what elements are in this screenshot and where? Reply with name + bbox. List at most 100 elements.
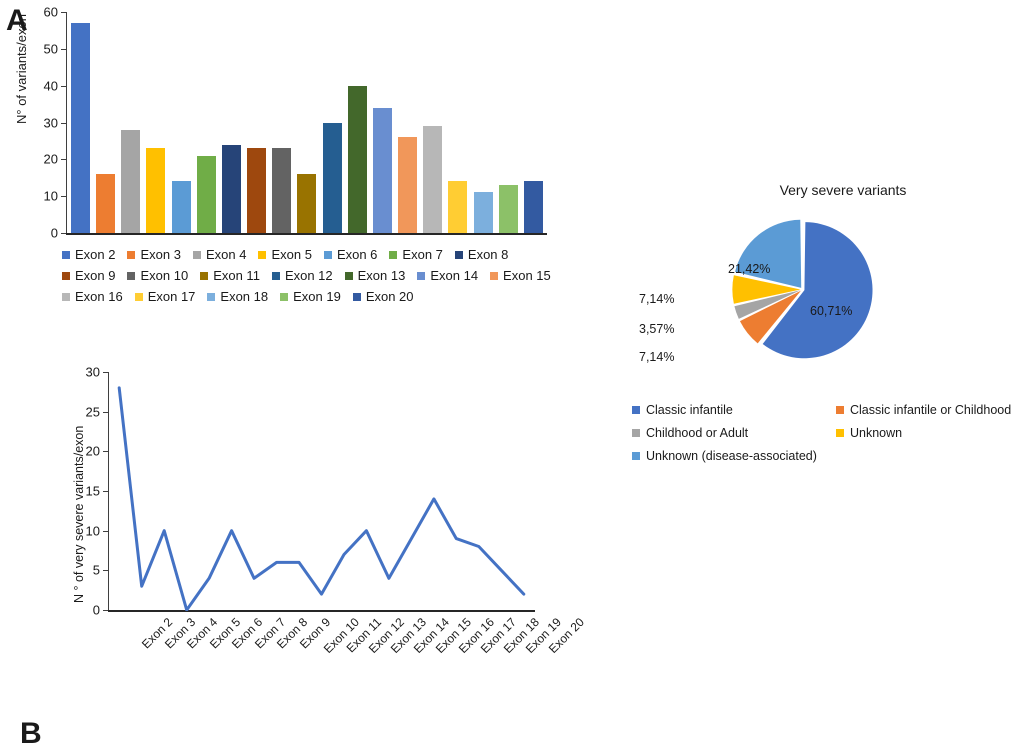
bar-exon-16: [423, 126, 443, 233]
bar-exon-6: [171, 181, 191, 233]
legend-item-label: Exon 11: [213, 268, 260, 283]
panel-a-x-axis-line: [66, 233, 547, 235]
bar-exon-10: [272, 148, 292, 233]
legend-item-label: Exon 3: [140, 247, 181, 262]
legend-item-label: Exon 15: [503, 268, 551, 283]
panel-a-y-tick-label: 30: [43, 115, 58, 130]
legend-swatch-icon: [323, 250, 332, 259]
pie-legend-item-label: Classic infantile or Childhood: [850, 402, 1012, 417]
legend-item-label: Exon 14: [430, 268, 479, 283]
pie-label-classic-infantile-or-childhood: 7,14%: [639, 350, 675, 364]
pie-legend-row-2: Childhood or Adult Unknown: [632, 421, 1028, 444]
legend-item-exon-3[interactable]: Exon 3: [127, 247, 181, 262]
legend-item-exon-8[interactable]: Exon 8: [454, 247, 509, 262]
legend-item-exon-14[interactable]: Exon 14: [417, 268, 478, 283]
pie-legend-item-label: Unknown (disease-associated): [646, 448, 817, 463]
legend-item-exon-15[interactable]: Exon 15: [490, 268, 551, 283]
pie-legend-item-childhood-or-adult[interactable]: Childhood or Adult: [632, 426, 836, 440]
legend-swatch-icon: [62, 250, 70, 259]
legend-swatch-icon: [62, 271, 70, 280]
legend-item-exon-17[interactable]: Exon 17: [134, 289, 195, 304]
legend-swatch-icon: [417, 271, 426, 280]
legend-item-exon-10[interactable]: Exon 10: [127, 268, 188, 283]
pie-legend-swatch-icon: [632, 405, 640, 414]
panel-a-bar-group: [67, 12, 547, 233]
tick-mark: [61, 233, 66, 234]
bar-exon-18: [473, 192, 493, 233]
legend-swatch-icon: [192, 250, 201, 259]
panel-c-legend: Classic infantile Classic infantile or Ch…: [632, 398, 1028, 467]
legend-item-exon-12[interactable]: Exon 12: [271, 268, 333, 283]
legend-swatch-icon: [280, 292, 289, 301]
legend-item-exon-18[interactable]: Exon 18: [207, 289, 268, 304]
panel-a-plot-area: 0 10 20 30 40 50 60: [44, 6, 547, 240]
legend-swatch-icon: [344, 271, 353, 280]
legend-item-exon-19[interactable]: Exon 19: [280, 289, 341, 304]
tick-mark: [61, 159, 66, 161]
legend-item-exon-16[interactable]: Exon 16: [62, 289, 123, 304]
legend-item-exon-2[interactable]: Exon 2: [62, 247, 115, 262]
bar-exon-19: [498, 185, 518, 233]
pie-legend-swatch-icon: [632, 451, 640, 460]
bar-exon-12: [322, 122, 342, 233]
legend-item-exon-20[interactable]: Exon 20: [352, 289, 414, 304]
panel-b-plot-area: 0 5 10 15 20 25 30: [86, 366, 535, 617]
bar-exon-8: [221, 144, 241, 233]
legend-item-label: Exon 13: [357, 268, 406, 283]
panel-a-y-tick-label: 60: [43, 4, 58, 20]
panel-a-y-axis-title: N° of variants/exon: [14, 14, 29, 124]
panel-b-line-chart: B N ° of very severe variants/exon 0 5 10 1…: [0, 355, 587, 749]
pie-label-unknown: 7,14%: [639, 292, 675, 306]
tick-mark: [61, 12, 66, 13]
pie-label-unknown-disease-associated: 21,42%: [728, 262, 771, 276]
pie-legend-item-classic-infantile-or-childhood[interactable]: Classic infantile or Childhood: [836, 403, 1011, 417]
legend-item-label: Exon 6: [336, 247, 378, 262]
legend-item-exon-11[interactable]: Exon 11: [200, 268, 260, 283]
bar-exon-9: [247, 148, 267, 233]
pie-legend-item-label: Unknown: [850, 425, 903, 440]
legend-row-1: Exon 2 Exon 3 Exon 4 Exon 5 Exon 6 Exon 7 Exon…: [62, 244, 554, 265]
pie-legend-item-unknown[interactable]: Unknown: [836, 426, 902, 440]
pie-slices: [732, 219, 873, 359]
panel-b-y-axis-title: N ° of very severe variants/exon: [72, 425, 86, 603]
panel-b-x-tick-labels: Exon 2 Exon 3 Exon 4 Exon 5 Exon 6 Exon 7 Exon…: [108, 615, 587, 656]
legend-item-exon-4[interactable]: Exon 4: [192, 247, 247, 262]
pie-legend-item-classic-infantile[interactable]: Classic infantile: [632, 403, 836, 417]
pie-label-childhood-or-adult: 3,57%: [639, 322, 675, 336]
panel-b-y-tick-label: 20: [85, 443, 100, 459]
panel-b-line-series: [117, 386, 526, 611]
legend-item-exon-7[interactable]: Exon 7: [389, 247, 443, 262]
bar-exon-17: [448, 181, 468, 233]
legend-item-exon-9[interactable]: Exon 9: [62, 268, 115, 283]
panel-a-bar-chart: A N° of variants/exon 0 10 20 30 40 50 60 Exon…: [0, 0, 560, 340]
panel-b-y-tick-label: 5: [92, 562, 100, 578]
bar-exon-14: [372, 107, 392, 233]
legend-item-exon-5[interactable]: Exon 5: [258, 247, 312, 262]
panel-b-y-tick-label: 25: [85, 404, 100, 420]
legend-item-label: Exon 5: [271, 247, 312, 262]
legend-item-label: Exon 10: [140, 268, 189, 283]
panel-a-y-tick-label: 40: [43, 78, 58, 94]
legend-item-label: Exon 8: [467, 247, 509, 262]
pie-legend-swatch-icon: [836, 405, 844, 414]
legend-item-exon-6[interactable]: Exon 6: [323, 247, 378, 262]
legend-item-exon-13[interactable]: Exon 13: [344, 268, 406, 283]
pie-legend-item-label: Childhood or Adult: [646, 425, 749, 440]
legend-item-label: Exon 12: [284, 268, 333, 283]
tick-mark: [61, 196, 66, 198]
legend-swatch-icon: [127, 250, 136, 259]
panel-b-y-tick-label: 10: [85, 523, 100, 539]
panel-label-b: B: [20, 717, 42, 750]
legend-swatch-icon: [134, 292, 143, 301]
legend-item-label: Exon 2: [75, 247, 116, 262]
legend-swatch-icon: [62, 292, 70, 301]
pie-legend-row-3: Unknown (disease-associated): [632, 444, 1028, 467]
pie-legend-item-unknown-disease-associated[interactable]: Unknown (disease-associated): [632, 449, 817, 463]
legend-swatch-icon: [271, 271, 280, 280]
legend-item-label: Exon 20: [365, 289, 414, 304]
bar-exon-20: [523, 181, 543, 233]
panel-a-y-tick-label: 0: [50, 225, 58, 241]
bar-exon-3: [96, 174, 116, 233]
bar-exon-5: [146, 148, 166, 233]
legend-item-label: Exon 4: [205, 247, 247, 262]
